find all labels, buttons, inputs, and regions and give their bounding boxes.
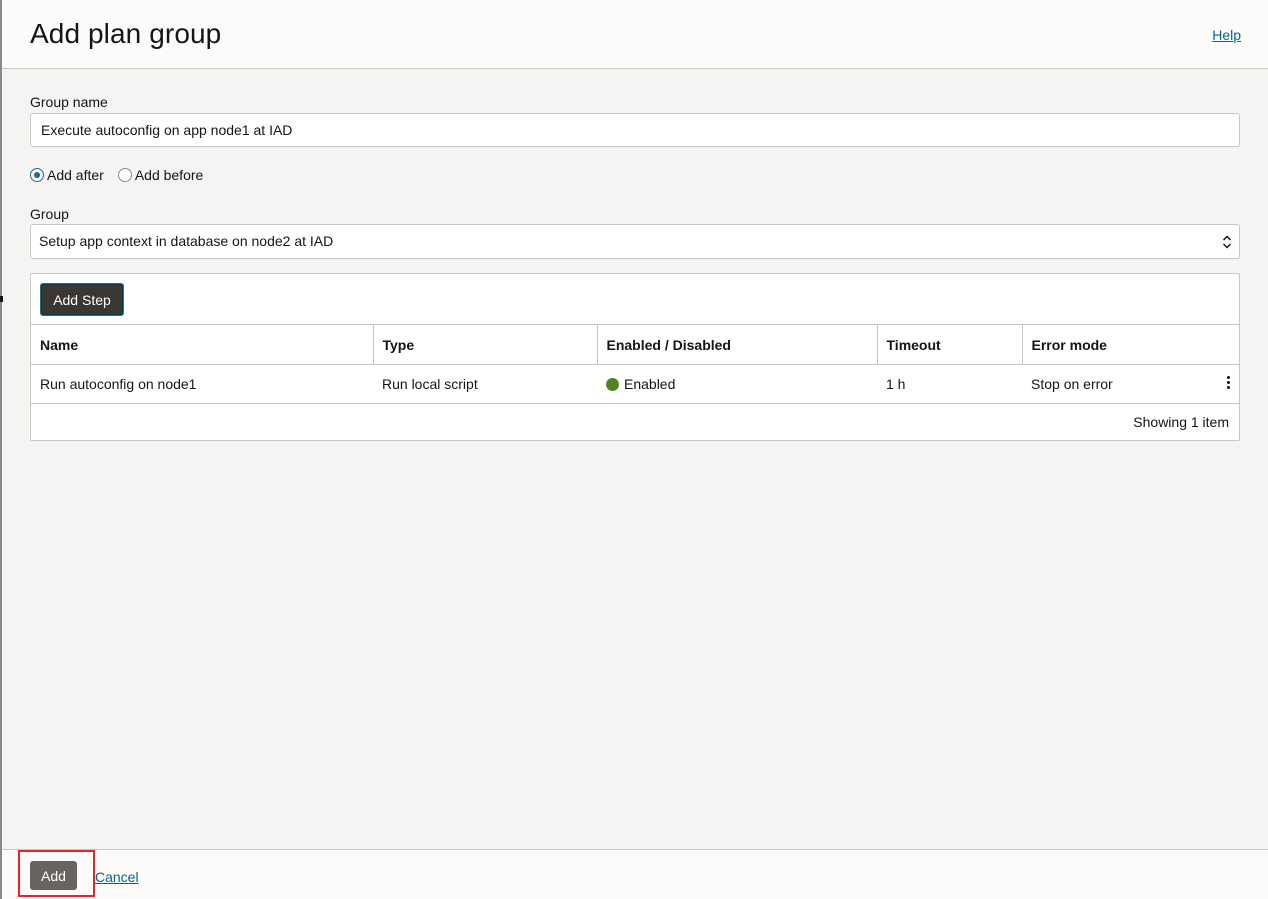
group-select[interactable]: Setup app context in database on node2 a…: [30, 224, 1240, 259]
column-header-enabled[interactable]: Enabled / Disabled: [597, 324, 878, 365]
add-before-option[interactable]: Add before: [117, 167, 204, 183]
group-name-input[interactable]: Execute autoconfig on app node1 at IAD: [30, 113, 1240, 147]
column-header-name[interactable]: Name: [31, 324, 374, 365]
enabled-status-icon: [606, 378, 619, 391]
column-header-timeout[interactable]: Timeout: [877, 324, 1023, 365]
step-status-cell: Enabled: [597, 364, 877, 404]
step-type-cell: Run local script: [373, 364, 597, 404]
add-after-label: Add after: [47, 167, 104, 183]
add-after-option[interactable]: Add after: [30, 167, 104, 183]
page-title: Add plan group: [30, 18, 222, 49]
position-radio-group: Add after Add before: [30, 166, 217, 184]
add-after-radio[interactable]: [30, 168, 44, 182]
kebab-menu-icon[interactable]: [1225, 374, 1231, 392]
table-row[interactable]: Run autoconfig on node1 Run local script…: [31, 364, 1239, 404]
group-select-value: Setup app context in database on node2 a…: [39, 233, 334, 249]
steps-table-panel: Add Step Name Type Enabled / Disabled Ti…: [30, 273, 1240, 441]
group-label: Group: [30, 206, 69, 222]
table-header-row: Name Type Enabled / Disabled Timeout Err…: [31, 324, 1239, 365]
panel-header: Add plan group Help: [2, 0, 1268, 69]
group-name-label: Group name: [30, 94, 108, 110]
panel-edge-marker: [0, 296, 3, 302]
column-header-type[interactable]: Type: [373, 324, 598, 365]
step-error-mode-cell: Stop on error: [1022, 364, 1239, 404]
step-timeout-cell: 1 h: [877, 364, 1022, 404]
panel-footer: Add Cancel: [2, 849, 1268, 899]
add-before-radio[interactable]: [117, 168, 132, 182]
help-link[interactable]: Help: [1212, 27, 1241, 43]
column-header-error-mode[interactable]: Error mode: [1022, 324, 1239, 365]
add-button[interactable]: Add: [30, 861, 77, 890]
panel-left-border: [0, 0, 2, 899]
steps-table: Name Type Enabled / Disabled Timeout Err…: [31, 324, 1239, 404]
select-updown-icon: [1222, 235, 1232, 249]
step-name-cell: Run autoconfig on node1: [31, 364, 373, 404]
add-before-label: Add before: [134, 167, 204, 183]
cancel-link[interactable]: Cancel: [95, 869, 139, 885]
table-item-count: Showing 1 item: [1133, 414, 1229, 430]
add-step-button[interactable]: Add Step: [40, 283, 124, 316]
step-status-text: Enabled: [624, 376, 676, 392]
